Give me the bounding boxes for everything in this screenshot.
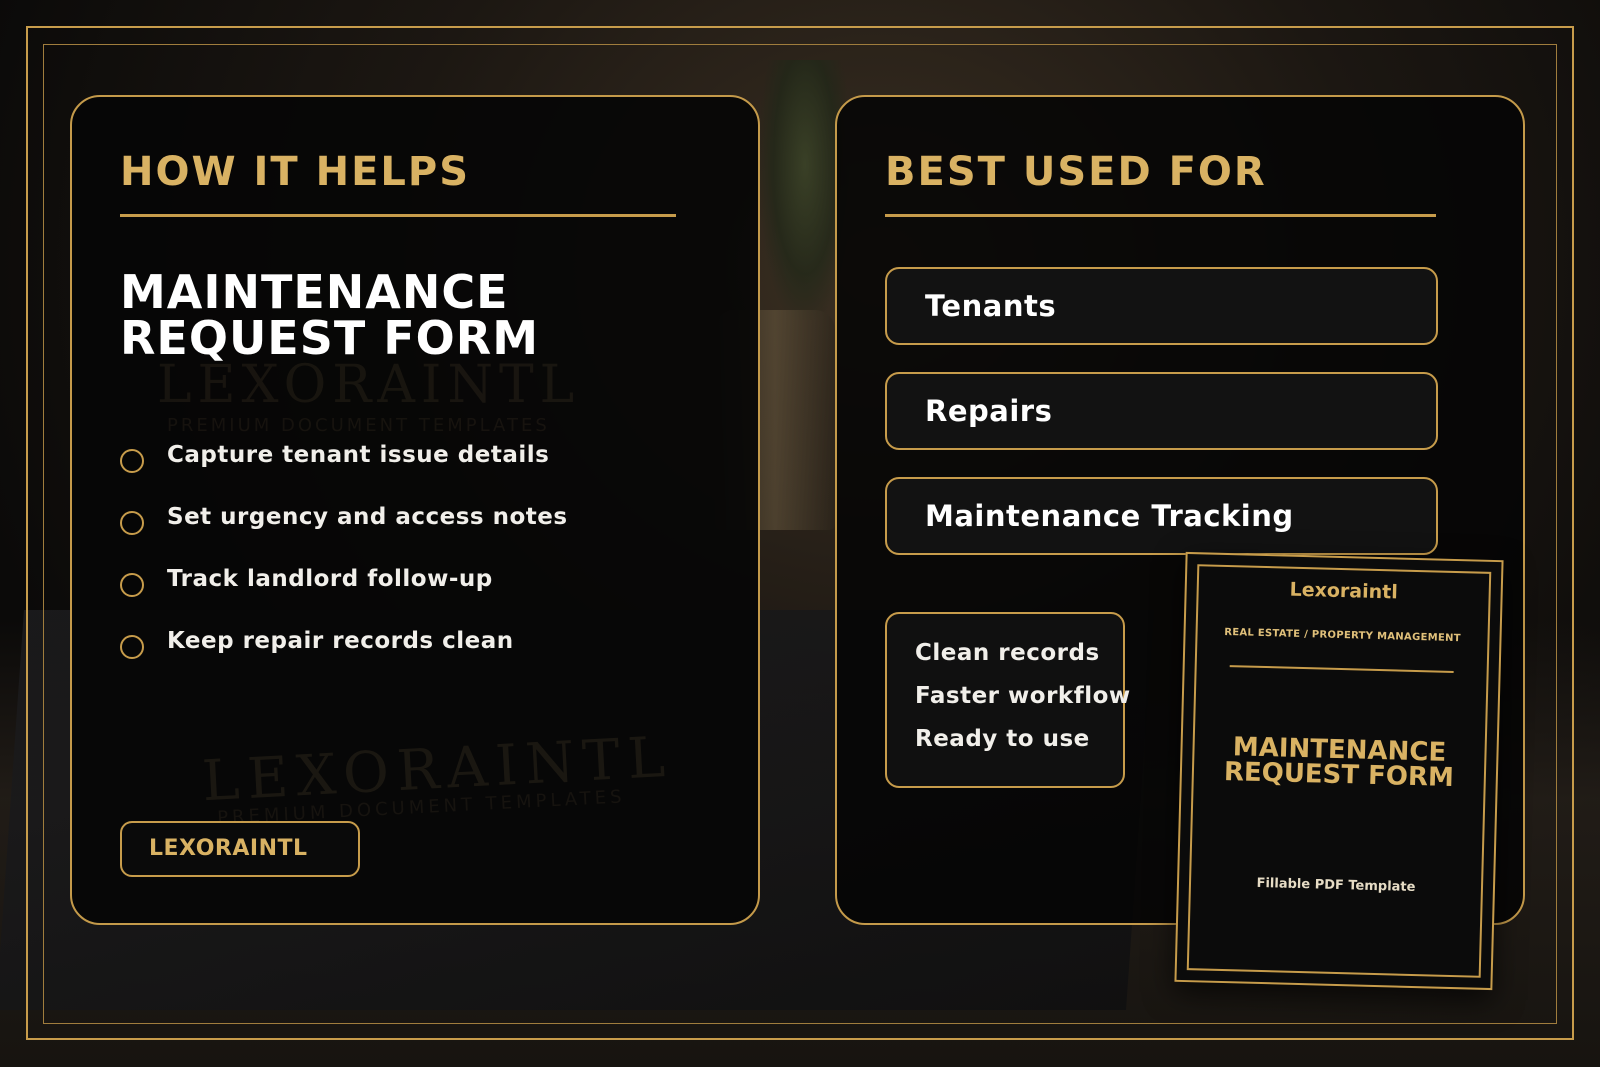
use-pill-maintenance-tracking: Maintenance Tracking (885, 477, 1438, 555)
perk-item: Faster workflow (915, 683, 1131, 709)
benefit-text: Track landlord follow-up (167, 566, 493, 592)
how-it-helps-card: HOW IT HELPS MAINTENANCE REQUEST FORM LE… (70, 95, 760, 925)
heading-divider (885, 214, 1436, 217)
benefit-text: Capture tenant issue details (167, 442, 550, 468)
heading-divider (120, 214, 676, 217)
form-title-line-1: MAINTENANCE (120, 265, 509, 319)
perk-item: Clean records (915, 640, 1100, 666)
use-pill-tenants: Tenants (885, 267, 1438, 345)
how-it-helps-heading: HOW IT HELPS (120, 149, 471, 195)
circle-bullet-icon (120, 635, 144, 659)
form-title: MAINTENANCE REQUEST FORM (120, 269, 539, 361)
benefit-text: Keep repair records clean (167, 628, 514, 654)
circle-bullet-icon (120, 511, 144, 535)
document-mockup: Lexoraintl REAL ESTATE / PROPERTY MANAGE… (1174, 551, 1504, 991)
use-pill-repairs: Repairs (885, 372, 1438, 450)
circle-bullet-icon (120, 449, 144, 473)
benefit-text: Set urgency and access notes (167, 504, 568, 530)
brand-badge: LEXORAINTL (120, 821, 360, 877)
mockup-title: MAINTENANCE REQUEST FORM (1182, 732, 1497, 794)
watermark-tagline: PREMIUM DOCUMENT TEMPLATES (167, 415, 550, 436)
circle-bullet-icon (120, 573, 144, 597)
perks-box: Clean records Faster workflow Ready to u… (885, 612, 1131, 788)
perk-item: Ready to use (915, 726, 1090, 752)
mockup-title-line-2: REQUEST FORM (1223, 756, 1455, 794)
watermark-logo: LEXORAINTL (157, 355, 581, 415)
best-used-for-heading: BEST USED FOR (885, 149, 1267, 195)
